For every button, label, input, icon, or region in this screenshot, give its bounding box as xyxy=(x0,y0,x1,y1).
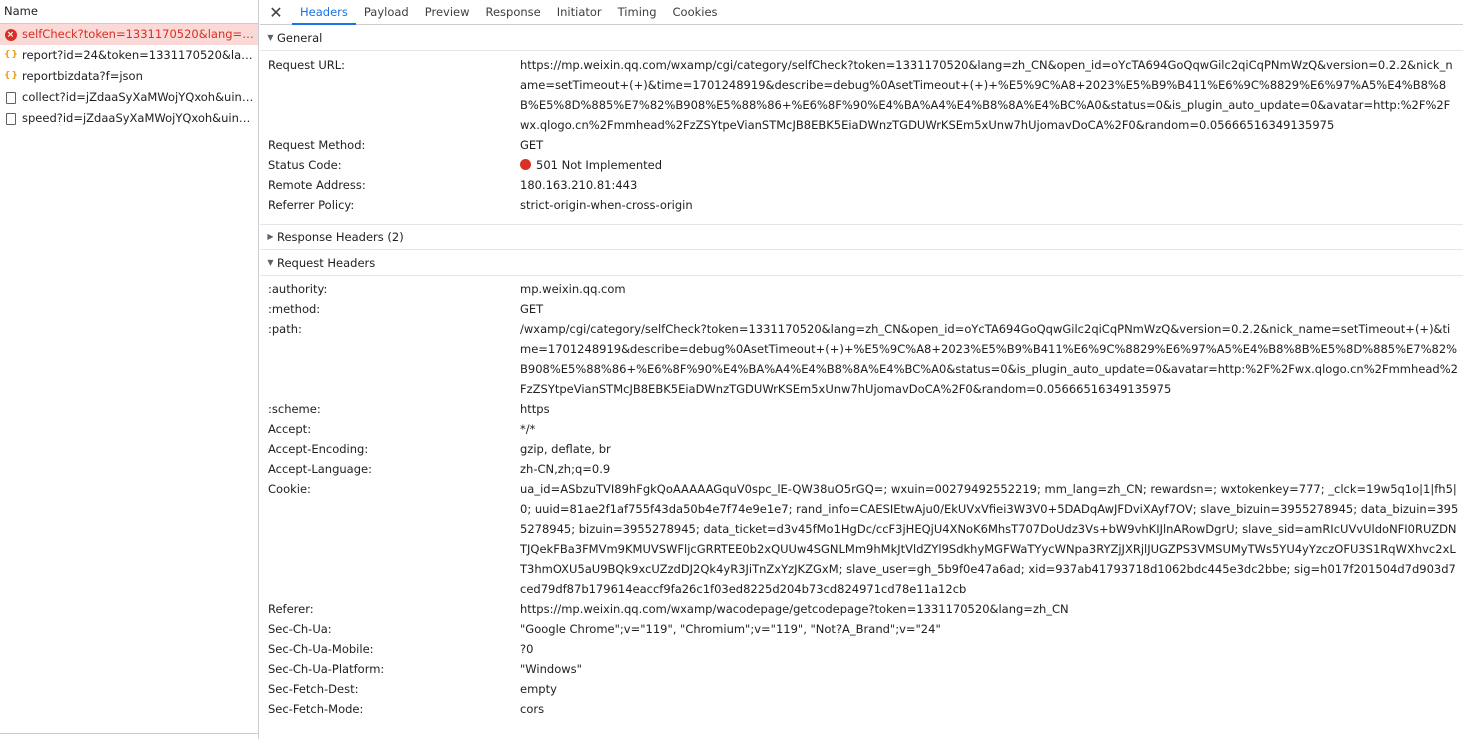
header-key: :path: xyxy=(268,322,302,336)
request-row-report[interactable]: { } report?id=24&token=1331170520&lang=.… xyxy=(0,45,258,66)
header-key: :method: xyxy=(268,302,321,316)
tab-initiator[interactable]: Initiator xyxy=(549,0,610,24)
header-value[interactable]: gzip, deflate, br xyxy=(520,439,1463,459)
header-key: Request Method: xyxy=(268,138,366,152)
tab-cookies[interactable]: Cookies xyxy=(665,0,726,24)
header-value[interactable]: zh-CN,zh;q=0.9 xyxy=(520,459,1463,479)
request-list: Name × selfCheck?token=1331170520&lang=z… xyxy=(0,0,259,739)
response-headers-title: Response Headers (2) xyxy=(277,230,404,244)
header-key: Sec-Fetch-Dest: xyxy=(268,682,359,696)
header-value[interactable]: mp.weixin.qq.com xyxy=(520,279,1463,299)
json-icon: { } xyxy=(4,50,18,60)
triangle-down-icon: ▼ xyxy=(267,32,274,42)
general-section-toggle[interactable]: ▼ General xyxy=(260,25,1463,51)
request-header-row: Sec-Ch-Ua: "Google Chrome";v="119", "Chro… xyxy=(260,619,1463,639)
request-header-row: :method: GET xyxy=(260,299,1463,319)
header-value[interactable]: ?0 xyxy=(520,639,1463,659)
name-column-header[interactable]: Name xyxy=(0,0,258,24)
tab-payload[interactable]: Payload xyxy=(356,0,417,24)
request-row-selfcheck[interactable]: × selfCheck?token=1331170520&lang=zh_C..… xyxy=(0,24,258,45)
general-row: Request Method: GET xyxy=(260,135,1463,155)
header-key: Remote Address: xyxy=(268,178,366,192)
header-key: Accept-Encoding: xyxy=(268,442,369,456)
request-name: report?id=24&token=1331170520&lang=... xyxy=(22,48,254,62)
general-row: Request URL: https://mp.weixin.qq.com/wx… xyxy=(260,55,1463,135)
tab-preview[interactable]: Preview xyxy=(417,0,478,24)
header-key: Sec-Ch-Ua-Platform: xyxy=(268,662,385,676)
header-key: Request URL: xyxy=(268,58,346,72)
response-headers-toggle[interactable]: ▶ Response Headers (2) xyxy=(260,224,1463,250)
header-value[interactable]: strict-origin-when-cross-origin xyxy=(520,195,1463,215)
request-header-row: Cookie: ua_id=ASbzuTVI89hFgkQoAAAAAGquV0s… xyxy=(260,479,1463,599)
request-header-row: Sec-Ch-Ua-Mobile: ?0 xyxy=(260,639,1463,659)
header-value[interactable]: empty xyxy=(520,679,1463,699)
request-headers-title: Request Headers xyxy=(277,255,376,270)
request-header-row: Accept-Language: zh-CN,zh;q=0.9 xyxy=(260,459,1463,479)
request-headers-toggle[interactable]: ▼ Request Headers xyxy=(260,250,1463,276)
header-value[interactable]: https xyxy=(520,399,1463,419)
general-row: Remote Address: 180.163.210.81:443 xyxy=(260,175,1463,195)
header-value[interactable]: */* xyxy=(520,419,1463,439)
status-error-icon xyxy=(520,159,531,170)
header-key: Accept-Language: xyxy=(268,462,372,476)
error-icon: × xyxy=(4,28,17,41)
document-icon xyxy=(4,112,17,125)
devtools-network-panel: Name × selfCheck?token=1331170520&lang=z… xyxy=(0,0,1463,739)
details-tabbar: ✕ Headers Payload Preview Response Initi… xyxy=(260,0,1463,25)
header-key: :authority: xyxy=(268,282,328,296)
general-row: Status Code: 501 Not Implemented xyxy=(260,155,1463,175)
request-details: ✕ Headers Payload Preview Response Initi… xyxy=(260,0,1463,739)
header-key: Sec-Ch-Ua: xyxy=(268,622,332,636)
general-section: Request URL: https://mp.weixin.qq.com/wx… xyxy=(260,51,1463,224)
header-key: Referrer Policy: xyxy=(268,198,355,212)
triangle-right-icon: ▶ xyxy=(267,232,274,241)
status-bar xyxy=(0,733,258,739)
header-value[interactable]: ua_id=ASbzuTVI89hFgkQoAAAAAGquV0spc_lE-Q… xyxy=(520,479,1463,599)
request-header-row: Accept: */* xyxy=(260,419,1463,439)
request-header-row: :scheme: https xyxy=(260,399,1463,419)
header-value[interactable]: https://mp.weixin.qq.com/wxamp/cgi/categ… xyxy=(520,55,1463,135)
tab-headers[interactable]: Headers xyxy=(292,0,356,25)
request-name: collect?id=jZdaaSyXaMWojYQxoh&uin=o... xyxy=(22,90,254,104)
header-key: Sec-Ch-Ua-Mobile: xyxy=(268,642,374,656)
header-value[interactable]: GET xyxy=(520,299,1463,319)
request-header-row: Sec-Fetch-Mode: cors xyxy=(260,699,1463,719)
header-value[interactable]: https://mp.weixin.qq.com/wxamp/wacodepag… xyxy=(520,599,1463,619)
header-key: Cookie: xyxy=(268,482,311,496)
header-key: Status Code: xyxy=(268,158,342,172)
request-row-collect[interactable]: collect?id=jZdaaSyXaMWojYQxoh&uin=o... xyxy=(0,87,258,108)
header-value[interactable]: cors xyxy=(520,699,1463,719)
header-key: :scheme: xyxy=(268,402,321,416)
status-code-value[interactable]: 501 Not Implemented xyxy=(520,155,1463,175)
header-value[interactable]: "Windows" xyxy=(520,659,1463,679)
header-value[interactable]: /wxamp/cgi/category/selfCheck?token=1331… xyxy=(520,319,1463,399)
request-name: speed?id=jZdaaSyXaMWojYQxoh&uin=oY... xyxy=(22,111,254,125)
close-icon[interactable]: ✕ xyxy=(260,0,292,24)
json-icon: { } xyxy=(4,71,18,81)
request-header-row: :authority: mp.weixin.qq.com xyxy=(260,279,1463,299)
request-headers-section: :authority: mp.weixin.qq.com:method: GET:p… xyxy=(260,276,1463,719)
header-key: Accept: xyxy=(268,422,312,436)
request-header-row: Accept-Encoding: gzip, deflate, br xyxy=(260,439,1463,459)
tab-timing[interactable]: Timing xyxy=(610,0,665,24)
request-name: selfCheck?token=1331170520&lang=zh_C... xyxy=(22,27,254,41)
request-row-reportbizdata[interactable]: { } reportbizdata?f=json xyxy=(0,66,258,87)
request-header-row: Referer: https://mp.weixin.qq.com/wxamp/w… xyxy=(260,599,1463,619)
header-key: Referer: xyxy=(268,602,314,616)
header-value[interactable]: 180.163.210.81:443 xyxy=(520,175,1463,195)
header-value[interactable]: "Google Chrome";v="119", "Chromium";v="1… xyxy=(520,619,1463,639)
general-row: Referrer Policy: strict-origin-when-cros… xyxy=(260,195,1463,215)
request-header-row: Sec-Fetch-Dest: empty xyxy=(260,679,1463,699)
status-text: 501 Not Implemented xyxy=(536,158,663,172)
request-row-speed[interactable]: speed?id=jZdaaSyXaMWojYQxoh&uin=oY... xyxy=(0,108,258,129)
header-value[interactable]: GET xyxy=(520,135,1463,155)
tab-response[interactable]: Response xyxy=(478,0,549,24)
request-header-row: Sec-Ch-Ua-Platform: "Windows" xyxy=(260,659,1463,679)
request-name: reportbizdata?f=json xyxy=(22,69,143,83)
triangle-down-icon: ▼ xyxy=(267,257,274,267)
request-header-row: :path: /wxamp/cgi/category/selfCheck?toke… xyxy=(260,319,1463,399)
general-section-title: General xyxy=(277,30,323,45)
header-key: Sec-Fetch-Mode: xyxy=(268,702,364,716)
document-icon xyxy=(4,91,17,104)
